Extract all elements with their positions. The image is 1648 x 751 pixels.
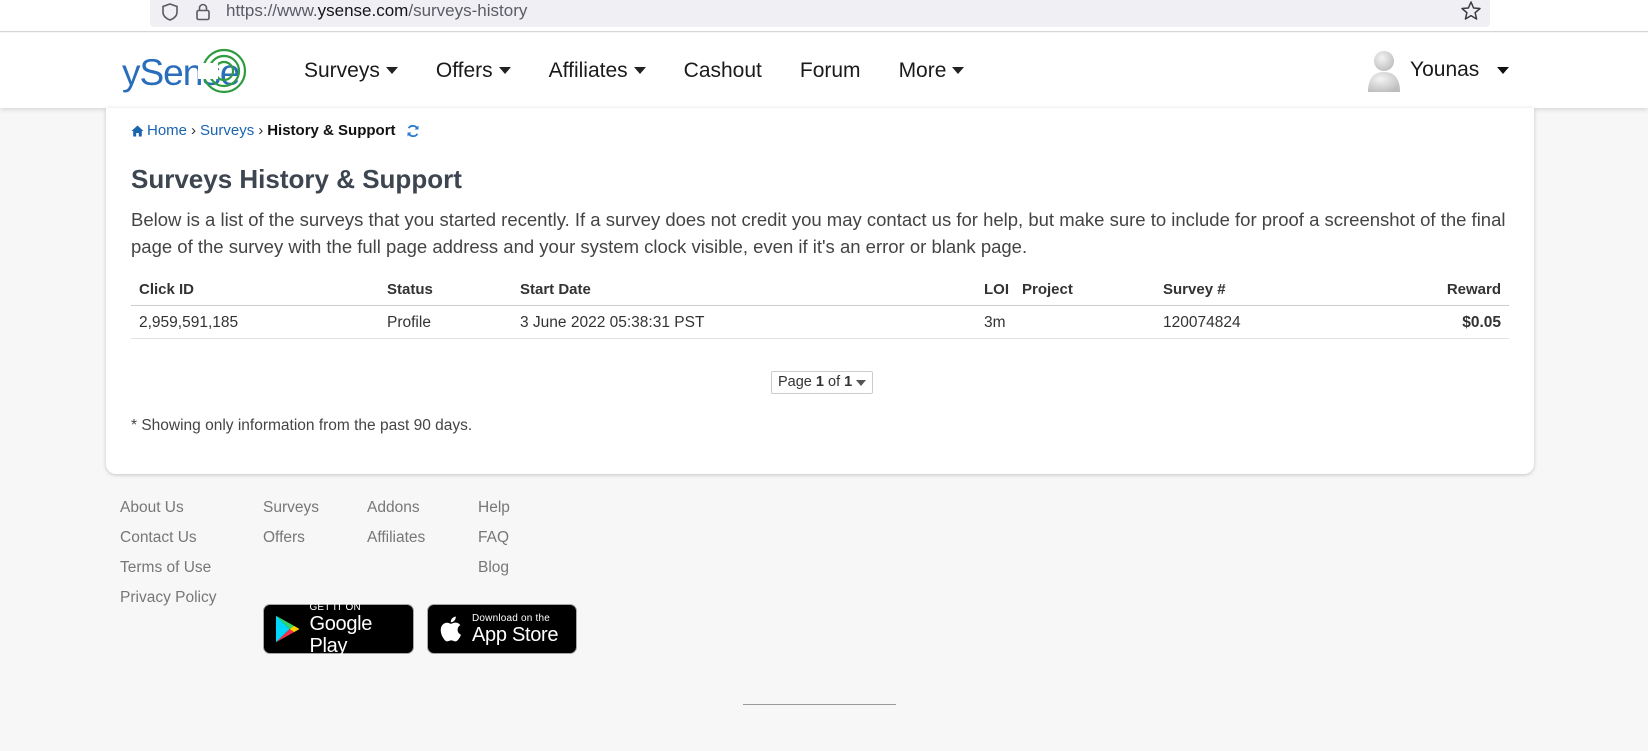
surveys-history-table: Click ID Status Start Date LOI Project S…: [131, 273, 1509, 339]
footer-affiliates[interactable]: Affiliates: [367, 528, 425, 558]
address-bar[interactable]: https://www.ysense.com/surveys-history: [150, 0, 1490, 27]
cell-start-date: 3 June 2022 05:38:31 PST: [520, 314, 705, 331]
breadcrumb-separator: ›: [191, 122, 197, 139]
cell-survey-number: 120074824: [1163, 314, 1241, 331]
main-card: Home › Surveys › History & Support Surve…: [106, 108, 1534, 474]
caret-down-icon: [385, 67, 398, 74]
footer-col-support: Help FAQ Blog: [478, 498, 510, 588]
app-store-big-text: App Store: [472, 623, 559, 646]
col-status: Status: [387, 281, 433, 298]
footer-about-us[interactable]: About Us: [120, 498, 216, 528]
footer-col-earn: Surveys Offers: [263, 498, 319, 558]
footer-col-company: About Us Contact Us Terms of Use Privacy…: [120, 498, 216, 618]
footer-col-extras: Addons Affiliates: [367, 498, 425, 558]
breadcrumb: Home › Surveys › History & Support: [131, 122, 420, 139]
google-play-button[interactable]: GET IT ON Google Play: [263, 601, 414, 657]
user-name: Younas: [1410, 58, 1480, 81]
cell-reward: $0.05: [1462, 314, 1501, 331]
col-project: Project: [1022, 281, 1073, 298]
breadcrumb-surveys[interactable]: Surveys: [200, 122, 254, 139]
breadcrumb-home[interactable]: Home: [147, 122, 187, 139]
col-click-id: Click ID: [139, 281, 195, 298]
col-reward: Reward: [1446, 281, 1501, 298]
shield-icon[interactable]: [160, 2, 180, 22]
caret-down-icon: [498, 67, 511, 74]
footer-blog[interactable]: Blog: [478, 558, 510, 588]
cell-click-id: 2,959,591,185: [139, 314, 239, 331]
footer-privacy[interactable]: Privacy Policy: [120, 588, 216, 618]
intro-text: Below is a list of the surveys that you …: [131, 209, 1506, 257]
footer-contact-us[interactable]: Contact Us: [120, 528, 216, 558]
cell-loi: 3m: [984, 314, 1006, 331]
footer-divider: [743, 704, 896, 705]
google-play-icon: [275, 615, 300, 643]
main-nav: Surveys Offers Affiliates Cashout Forum …: [304, 33, 1002, 108]
ysense-logo[interactable]: ySense: [122, 47, 252, 95]
pager-prefix: Page: [778, 374, 812, 390]
nav-affiliates[interactable]: Affiliates: [549, 59, 646, 83]
google-play-small-text: GET IT ON: [309, 601, 361, 613]
page-title: Surveys History & Support: [131, 164, 462, 194]
col-loi: LOI: [984, 281, 1009, 298]
page-selector[interactable]: Page 1 of 1: [771, 371, 874, 394]
nav-offers[interactable]: Offers: [436, 59, 511, 83]
bookmark-star-icon[interactable]: [1460, 0, 1482, 22]
nav-forum[interactable]: Forum: [800, 59, 861, 83]
footer-offers[interactable]: Offers: [263, 528, 319, 558]
breadcrumb-separator: ›: [258, 122, 264, 139]
footer-help[interactable]: Help: [478, 498, 510, 528]
nav-more[interactable]: More: [899, 59, 965, 83]
caret-down-icon: [856, 379, 867, 386]
site-header: ySense Surveys Offers Affiliates Cashout…: [0, 33, 1648, 108]
cell-status: Profile: [387, 314, 431, 331]
caret-down-icon: [633, 67, 646, 74]
footer-faq[interactable]: FAQ: [478, 528, 510, 558]
avatar: [1368, 51, 1400, 92]
nav-cashout[interactable]: Cashout: [684, 59, 762, 83]
user-menu[interactable]: Younas: [1366, 47, 1510, 93]
footer-surveys[interactable]: Surveys: [263, 498, 319, 528]
pager-current: 1: [815, 374, 824, 390]
app-store-button[interactable]: Download on the App Store: [427, 604, 577, 654]
footer-addons[interactable]: Addons: [367, 498, 425, 528]
breadcrumb-current: History & Support: [267, 122, 396, 139]
nav-surveys[interactable]: Surveys: [304, 59, 398, 83]
pager-total: 1: [844, 374, 853, 390]
lock-icon[interactable]: [194, 2, 212, 22]
logo-rings-icon: [198, 48, 247, 94]
url-text[interactable]: https://www.ysense.com/surveys-history: [226, 1, 527, 21]
apple-icon: [440, 616, 461, 642]
caret-down-icon: [952, 67, 965, 74]
browser-toolbar: https://www.ysense.com/surveys-history: [0, 0, 1648, 32]
app-store-small-text: Download on the: [472, 612, 551, 624]
refresh-icon[interactable]: [406, 124, 420, 138]
table-header: Click ID Status Start Date LOI Project S…: [131, 273, 1509, 306]
col-start-date: Start Date: [520, 281, 591, 298]
col-survey-number: Survey #: [1163, 281, 1226, 298]
home-icon: [131, 125, 144, 136]
footer-terms[interactable]: Terms of Use: [120, 558, 216, 588]
caret-down-icon: [1497, 66, 1510, 74]
pager-of: of: [828, 374, 841, 390]
google-play-big-text: Google Play: [309, 612, 373, 657]
history-note: * Showing only information from the past…: [131, 417, 473, 434]
table-row[interactable]: 2,959,591,185 Profile 3 June 2022 05:38:…: [131, 306, 1509, 339]
